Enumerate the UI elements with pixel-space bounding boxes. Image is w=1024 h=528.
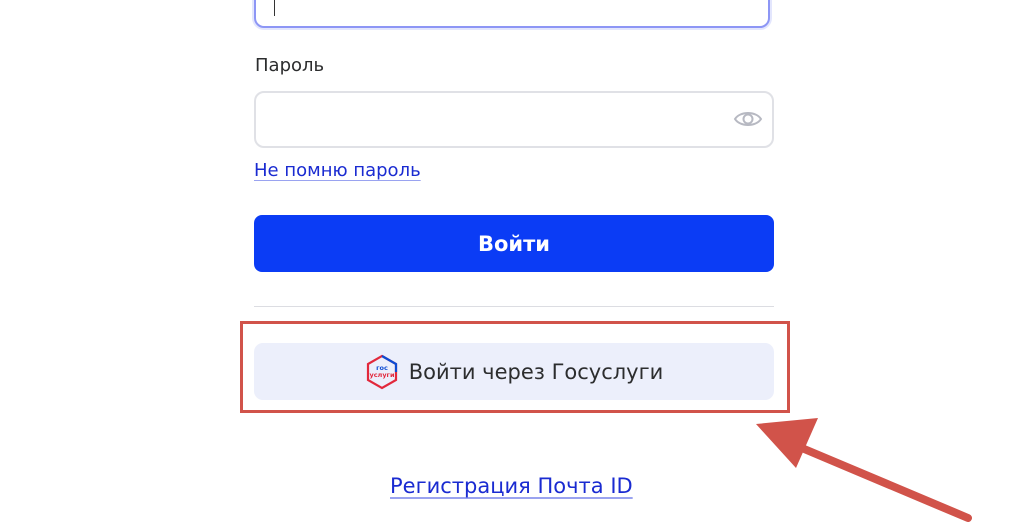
annotation-highlight-box bbox=[240, 321, 790, 413]
login-button[interactable]: Войти bbox=[254, 215, 774, 272]
login-page: Пароль Не помню пароль Войти гос услуги … bbox=[0, 0, 1024, 528]
forgot-password-link[interactable]: Не помню пароль bbox=[254, 160, 421, 181]
password-label: Пароль bbox=[255, 55, 325, 76]
eye-icon[interactable] bbox=[733, 108, 763, 130]
register-link[interactable]: Регистрация Почта ID bbox=[390, 474, 633, 498]
text-caret bbox=[274, 0, 275, 16]
login-input[interactable] bbox=[254, 0, 770, 28]
divider bbox=[254, 306, 774, 307]
password-input[interactable] bbox=[254, 91, 774, 148]
